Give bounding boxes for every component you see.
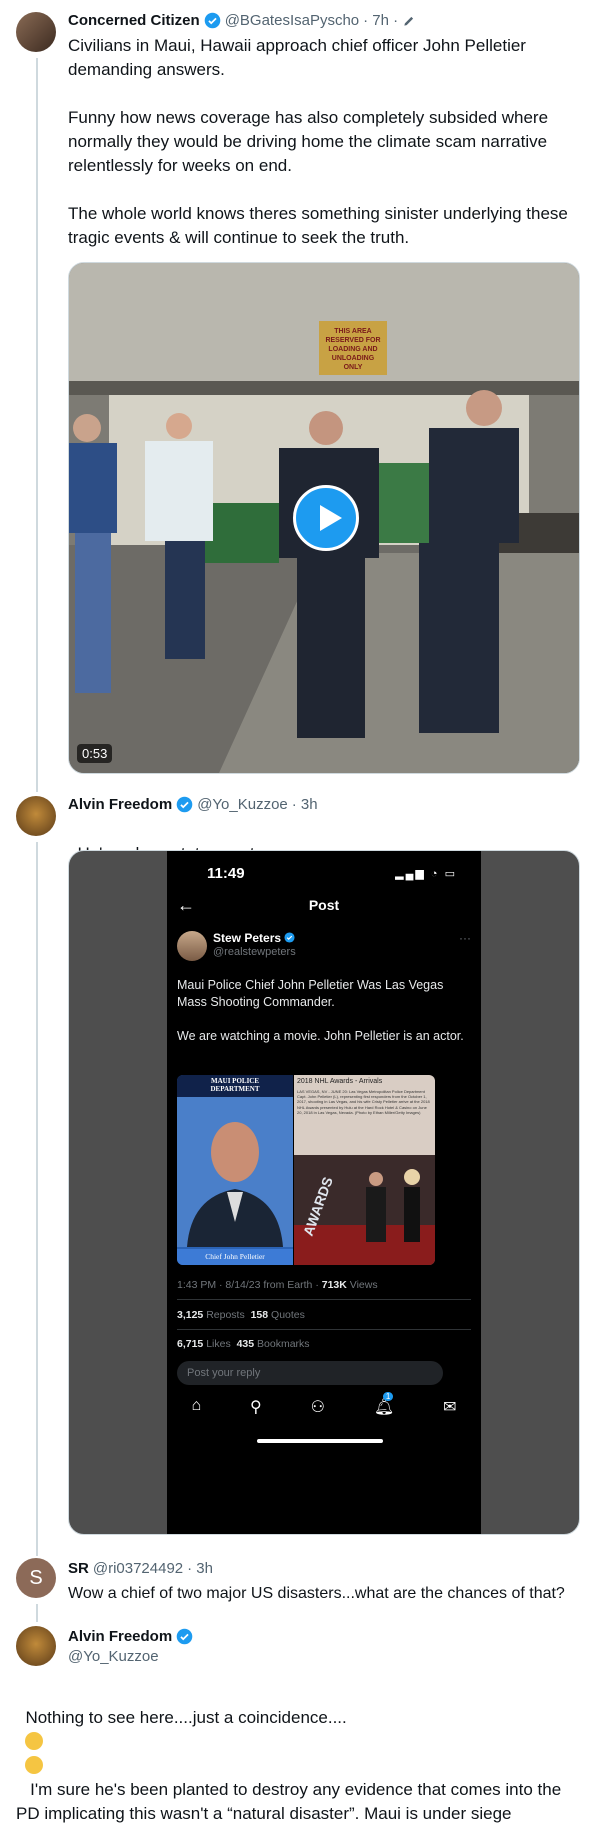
quotes-label: Quotes <box>271 1309 305 1321</box>
avatar[interactable] <box>16 12 56 52</box>
author-name-text: Stew Peters <box>213 931 282 945</box>
phone-status-icons: ▂▄▆ ◔ ▭ <box>395 868 457 880</box>
nhl-header: 2018 NHL Awards - Arrivals <box>297 1078 383 1085</box>
phone-clock: 11:49 <box>207 865 245 882</box>
verified-badge-icon <box>176 1628 193 1645</box>
author-handle[interactable]: @ri03724492 <box>93 1560 183 1577</box>
home-indicator <box>257 1439 383 1443</box>
play-button[interactable] <box>293 485 359 551</box>
avatar[interactable] <box>16 796 56 836</box>
post-header: Alvin Freedom @Yo_Kuzzoe · 3h <box>68 796 318 813</box>
likes-count: 6,715 <box>177 1338 204 1350</box>
views-count: 713K <box>321 1279 347 1291</box>
author-name[interactable]: SR <box>68 1560 89 1577</box>
bookmarks-label: Bookmarks <box>257 1338 310 1350</box>
video-player[interactable]: THIS AREA RESERVED FOR LOADING AND UNLOADIN… <box>68 262 580 774</box>
bookmarks-count: 435 <box>236 1338 255 1350</box>
post-time[interactable]: · 3h <box>187 1560 213 1577</box>
quoted-post-text: Maui Police Chief John Pelletier Was Las… <box>177 978 464 1043</box>
verified-badge-icon <box>176 796 193 813</box>
quoted-post-image: MAUI POLICE DEPARTMENT Chief John Pellet… <box>177 1075 435 1265</box>
post-header: SR @ri03724492 · 3h <box>68 1560 213 1577</box>
bottom-nav: ⌂ ⚲ ⚇ 🔔︎ 1 ✉ <box>167 1392 481 1417</box>
post-text-start: Nothing to see here....just a coincidenc… <box>25 1708 347 1727</box>
post-text: Nothing to see here....just a coincidenc… <box>16 1682 582 1826</box>
likes-label: Likes <box>206 1338 231 1350</box>
divider <box>177 1299 471 1300</box>
communities-icon: ⚇ <box>310 1399 325 1416</box>
reposts-label: Reposts <box>206 1309 245 1321</box>
avatar[interactable] <box>16 1626 56 1666</box>
chief-caption: Chief John Pelletier <box>177 1249 293 1265</box>
edited-pencil-icon <box>404 16 414 26</box>
chief-portrait: MAUI POLICE DEPARTMENT Chief John Pellet… <box>177 1075 293 1265</box>
verified-badge-icon <box>204 12 220 29</box>
quoted-post-timestamp: 1:43 PM · 8/14/23 from Earth · <box>177 1279 319 1291</box>
like-stats: 6,715 Likes 435 Bookmarks <box>177 1338 310 1350</box>
author-name[interactable]: Concerned Citizen <box>68 12 200 29</box>
phone-screenshot: 11:49 ▂▄▆ ◔ ▭ ← Post Stew Peters @realst… <box>167 851 481 1534</box>
author-name[interactable]: Alvin Freedom <box>68 1628 172 1645</box>
thread-line <box>36 842 38 1556</box>
thread-line <box>36 58 38 792</box>
post-header: Alvin Freedom <box>68 1628 193 1645</box>
nhl-caption: LAS VEGAS, NV - JUNE 20: Las Vegas Metro… <box>297 1089 430 1115</box>
reposts-count: 3,125 <box>177 1309 204 1321</box>
phone-page-title: Post <box>308 897 340 913</box>
chief-photo <box>177 1097 293 1247</box>
more-icon: ··· <box>459 931 471 945</box>
post-text: Wow a chief of two major US disasters...… <box>68 1585 565 1602</box>
author-handle-row: @Yo_Kuzzoe <box>68 1648 159 1665</box>
post-header: Concerned Citizen @BGatesIsaPyscho · 7h … <box>68 12 416 29</box>
avatar <box>177 931 207 961</box>
nhl-photo-panel: 2018 NHL Awards - Arrivals LAS VEGAS, NV… <box>294 1075 435 1265</box>
avatar-letter: S <box>29 1567 43 1589</box>
avatar[interactable]: S <box>16 1558 56 1598</box>
author-name[interactable]: Alvin Freedom <box>68 796 172 813</box>
notifications-icon: 🔔︎ 1 <box>373 1392 395 1416</box>
author-handle[interactable]: @BGatesIsaPyscho <box>225 12 359 29</box>
facepalm-emoji-icon <box>25 1756 44 1774</box>
author-handle: @realstewpeters <box>213 946 296 958</box>
pd-banner: MAUI POLICE DEPARTMENT <box>177 1075 293 1097</box>
quotes-count: 158 <box>250 1309 269 1321</box>
notification-badge: 1 <box>382 1392 394 1401</box>
views-label: Views <box>349 1279 378 1291</box>
search-icon: ⚲ <box>250 1399 262 1416</box>
nhl-photo: AWARDS <box>294 1155 435 1265</box>
quoted-post-meta: 1:43 PM · 8/14/23 from Earth · 713K View… <box>177 1279 378 1291</box>
post-time[interactable]: · 7h · <box>363 12 398 29</box>
author-name: Stew Peters <box>213 931 295 945</box>
divider <box>177 1329 471 1330</box>
author-handle[interactable]: @Yo_Kuzzoe <box>68 1648 159 1665</box>
author-handle[interactable]: @Yo_Kuzzoe <box>197 796 288 813</box>
thread-line <box>36 1604 38 1622</box>
repost-stats: 3,125 Reposts 158 Quotes <box>177 1309 305 1321</box>
image-attachment[interactable]: 11:49 ▂▄▆ ◔ ▭ ← Post Stew Peters @realst… <box>68 850 580 1535</box>
messages-icon: ✉ <box>443 1399 457 1416</box>
post-text-end: I'm sure he's been planted to destroy an… <box>16 1780 566 1823</box>
post-time[interactable]: · 3h <box>292 796 318 813</box>
reply-input: Post your reply <box>177 1361 443 1385</box>
home-icon: ⌂ <box>191 1397 202 1414</box>
facepalm-emoji-icon <box>25 1732 44 1750</box>
verified-badge-icon <box>284 932 295 943</box>
person-left <box>69 414 117 693</box>
video-duration: 0:53 <box>77 744 113 763</box>
post-text: Civilians in Maui, Hawaii approach chief… <box>68 36 568 247</box>
